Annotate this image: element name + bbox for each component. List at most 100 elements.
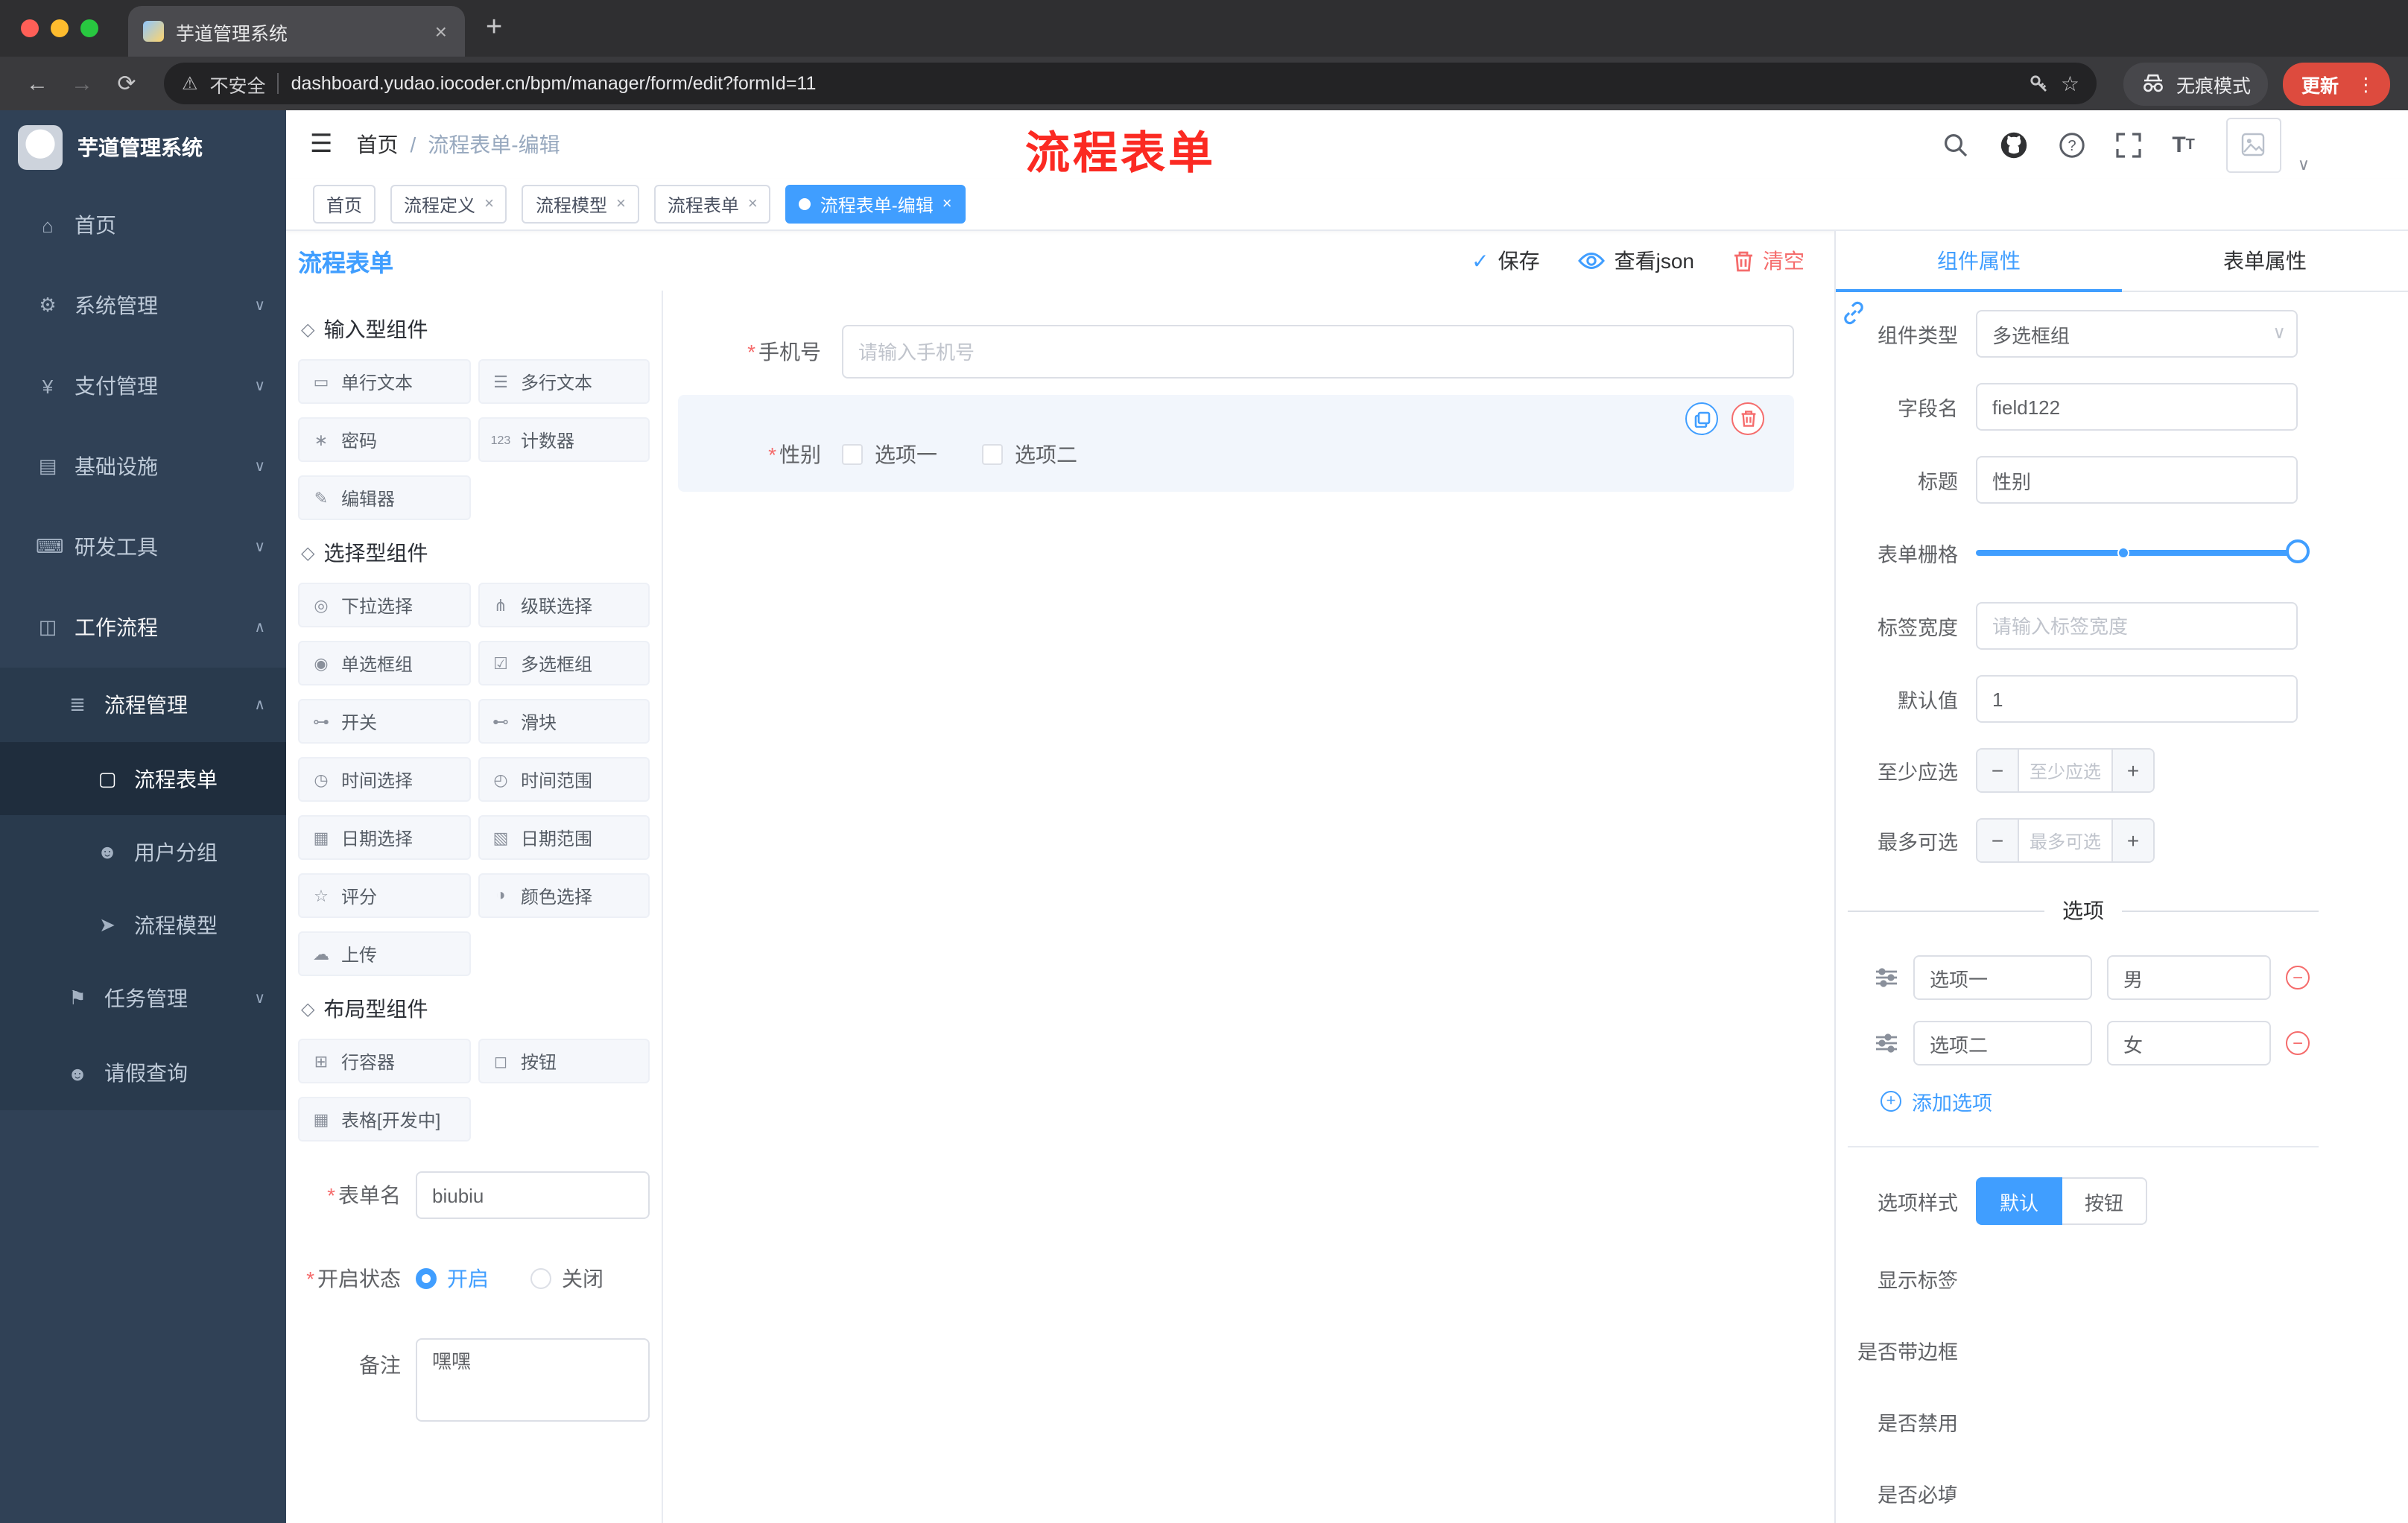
- tag-close-icon[interactable]: ×: [748, 195, 758, 213]
- checkbox-option-1[interactable]: 选项一: [842, 440, 937, 469]
- tag-close-icon[interactable]: ×: [616, 195, 626, 213]
- component-item[interactable]: ▦ 日期选择: [298, 815, 470, 860]
- tab-form-props[interactable]: 表单属性: [2122, 231, 2408, 291]
- save-button[interactable]: ✓ 保存: [1471, 246, 1539, 276]
- slider-handle[interactable]: [2286, 539, 2310, 563]
- sidebar-item-process-management[interactable]: ≣ 流程管理 ∧: [0, 668, 286, 742]
- hamburger-icon[interactable]: ☰: [286, 130, 333, 159]
- view-json-button[interactable]: 查看json: [1578, 246, 1694, 276]
- drag-handle-icon[interactable]: [1875, 967, 1898, 988]
- style-button-button[interactable]: 按钮: [2062, 1177, 2148, 1225]
- sidebar-item-process-model[interactable]: ➤ 流程模型: [0, 888, 286, 961]
- browser-tab[interactable]: 芋道管理系统 ×: [128, 6, 465, 57]
- tag-home[interactable]: 首页: [313, 185, 376, 224]
- status-off-radio[interactable]: 关闭: [530, 1264, 603, 1294]
- address-bar[interactable]: ⚠ 不安全 dashboard.yudao.iocoder.cn/bpm/man…: [164, 63, 2097, 104]
- option-label-input[interactable]: [1913, 955, 2092, 1000]
- sidebar-item-workflow[interactable]: ◫ 工作流程 ∧: [0, 587, 286, 668]
- field-name-input[interactable]: [1976, 383, 2298, 431]
- option-label-input[interactable]: [1913, 1021, 2092, 1066]
- component-item[interactable]: ⋔ 级联选择: [478, 583, 650, 627]
- option-value-input[interactable]: [2107, 1021, 2271, 1066]
- avatar-caret-icon[interactable]: ∨: [2298, 154, 2310, 174]
- bookmark-star-icon[interactable]: ☆: [2061, 71, 2079, 96]
- update-button[interactable]: 更新 ⋮: [2283, 62, 2390, 105]
- sidebar-item-system[interactable]: ⚙ 系统管理 ∨: [0, 265, 286, 346]
- tag-process-form[interactable]: 流程表单 ×: [653, 185, 771, 224]
- sidebar-item-devtools[interactable]: ⌨ 研发工具 ∨: [0, 507, 286, 587]
- component-item[interactable]: ▦ 表格[开发中]: [298, 1097, 470, 1142]
- add-option-button[interactable]: + 添加选项: [1848, 1086, 2319, 1116]
- component-item[interactable]: ◴ 时间范围: [478, 757, 650, 802]
- tab-close-icon[interactable]: ×: [432, 19, 450, 43]
- component-item[interactable]: ◷ 时间选择: [298, 757, 470, 802]
- search-icon[interactable]: [1942, 132, 1968, 157]
- checkbox-option-2[interactable]: 选项二: [982, 440, 1077, 469]
- component-item[interactable]: ☑ 多选框组: [478, 641, 650, 685]
- min-select-value[interactable]: 至少应选: [2019, 750, 2111, 791]
- sidebar-item-payment[interactable]: ¥ 支付管理 ∨: [0, 346, 286, 426]
- increase-button[interactable]: +: [2111, 820, 2153, 861]
- title-input[interactable]: [1976, 456, 2298, 504]
- sidebar-item-task-management[interactable]: ⚑ 任务管理 ∨: [0, 961, 286, 1036]
- close-window-button[interactable]: [21, 19, 39, 37]
- remove-option-icon[interactable]: −: [2286, 966, 2310, 990]
- github-icon[interactable]: [1999, 130, 2027, 159]
- minimize-window-button[interactable]: [51, 19, 69, 37]
- component-item[interactable]: ✎ 编辑器: [298, 475, 470, 520]
- component-item[interactable]: ◻ 按钮: [478, 1039, 650, 1083]
- component-item[interactable]: ◑ 颜色选择: [478, 873, 650, 918]
- tag-process-definition[interactable]: 流程定义 ×: [390, 185, 507, 224]
- fullscreen-icon[interactable]: [2115, 132, 2141, 157]
- label-width-input[interactable]: [1976, 602, 2298, 650]
- new-tab-button[interactable]: +: [486, 12, 502, 45]
- form-name-input[interactable]: [416, 1171, 650, 1219]
- component-item[interactable]: ☰ 多行文本: [478, 359, 650, 404]
- tag-process-model[interactable]: 流程模型 ×: [522, 185, 639, 224]
- decrease-button[interactable]: −: [1977, 820, 2019, 861]
- component-type-select[interactable]: ∨: [1976, 310, 2298, 358]
- sidebar-item-process-form[interactable]: ▢ 流程表单: [0, 742, 286, 815]
- component-item[interactable]: 123 计数器: [478, 417, 650, 462]
- drag-handle-icon[interactable]: [1875, 1033, 1898, 1054]
- component-item[interactable]: ◉ 单选框组: [298, 641, 470, 685]
- component-item[interactable]: ⊷ 滑块: [478, 699, 650, 744]
- default-value-input[interactable]: [1976, 675, 2298, 723]
- sidebar-item-home[interactable]: ⌂ 首页: [0, 185, 286, 265]
- copy-widget-button[interactable]: [1685, 402, 1718, 435]
- back-icon[interactable]: ←: [18, 71, 57, 96]
- style-default-button[interactable]: 默认: [1976, 1177, 2063, 1225]
- tab-component-props[interactable]: 组件属性: [1836, 231, 2122, 292]
- password-key-icon[interactable]: [2028, 73, 2049, 94]
- component-item[interactable]: ▭ 单行文本: [298, 359, 470, 404]
- tag-close-icon[interactable]: ×: [942, 195, 952, 213]
- browser-menu-icon[interactable]: ⋮: [2348, 72, 2384, 95]
- link-icon[interactable]: [1840, 300, 1867, 326]
- max-select-value[interactable]: 最多可选: [2019, 820, 2111, 861]
- clear-button[interactable]: 清空: [1733, 246, 1805, 276]
- component-item[interactable]: ☁ 上传: [298, 931, 470, 976]
- help-icon[interactable]: ?: [2059, 132, 2085, 157]
- increase-button[interactable]: +: [2111, 750, 2153, 791]
- forward-icon[interactable]: →: [63, 71, 101, 96]
- component-item[interactable]: ⊶ 开关: [298, 699, 470, 744]
- remove-option-icon[interactable]: −: [2286, 1031, 2310, 1055]
- component-item[interactable]: ⊞ 行容器: [298, 1039, 470, 1083]
- option-value-input[interactable]: [2107, 955, 2271, 1000]
- tag-process-form-edit[interactable]: 流程表单-编辑 ×: [785, 185, 966, 224]
- breadcrumb-home[interactable]: 首页: [357, 130, 399, 159]
- sidebar-item-infrastructure[interactable]: ▤ 基础设施 ∨: [0, 426, 286, 507]
- field-gender-selected[interactable]: * 性别 选项一 选项二: [678, 395, 1794, 492]
- grid-slider[interactable]: [1976, 529, 2310, 577]
- sidebar-item-user-group[interactable]: ☻ 用户分组: [0, 815, 286, 888]
- phone-input[interactable]: [842, 325, 1794, 379]
- slider-track[interactable]: [1976, 550, 2298, 556]
- component-item[interactable]: ◎ 下拉选择: [298, 583, 470, 627]
- font-size-icon[interactable]: TT: [2172, 132, 2195, 157]
- field-phone[interactable]: * 手机号: [678, 325, 1794, 379]
- component-item[interactable]: ▧ 日期范围: [478, 815, 650, 860]
- decrease-button[interactable]: −: [1977, 750, 2019, 791]
- form-remark-textarea[interactable]: 嘿嘿: [416, 1338, 650, 1422]
- status-on-radio[interactable]: 开启: [416, 1264, 489, 1294]
- tag-close-icon[interactable]: ×: [484, 195, 494, 213]
